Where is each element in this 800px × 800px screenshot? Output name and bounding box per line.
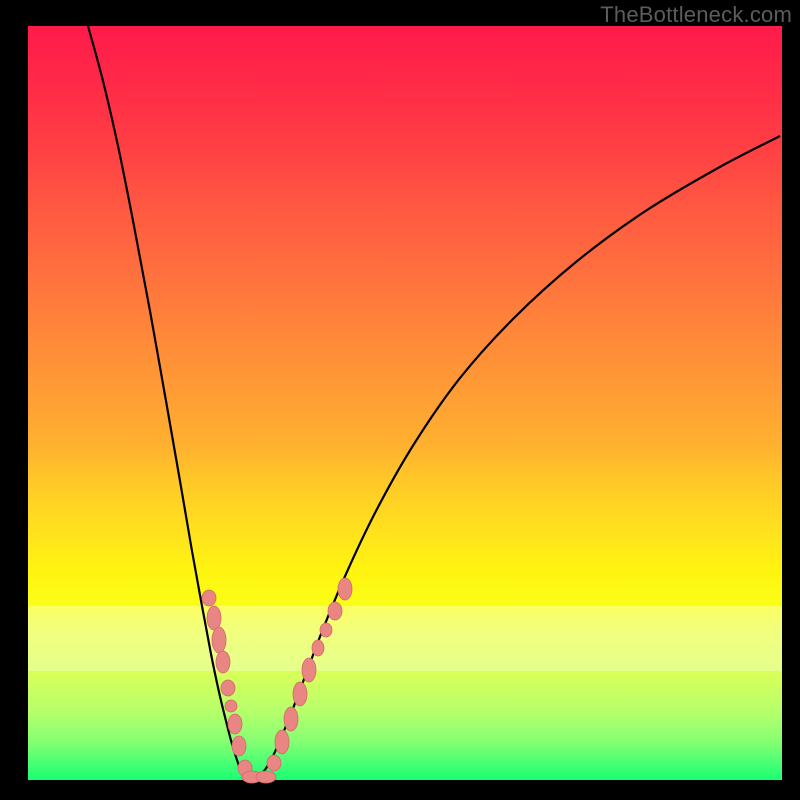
chart-frame: TheBottleneck.com [0, 0, 800, 800]
data-marker [212, 627, 226, 653]
data-marker [232, 736, 246, 756]
data-marker [320, 623, 332, 637]
data-marker [221, 680, 235, 696]
data-marker [328, 602, 342, 620]
data-marker [275, 730, 289, 754]
marker-group [202, 578, 352, 783]
data-marker [293, 682, 307, 706]
data-marker [228, 714, 242, 734]
data-marker [338, 578, 352, 600]
curve-layer [28, 26, 782, 780]
data-marker [225, 700, 237, 712]
watermark-text: TheBottleneck.com [600, 2, 792, 28]
data-marker [202, 590, 216, 606]
data-marker [312, 640, 324, 656]
data-marker [267, 755, 281, 771]
curve-right-branch [256, 136, 780, 778]
data-marker [207, 606, 221, 630]
data-marker [284, 707, 298, 731]
data-marker [256, 771, 276, 783]
data-marker [302, 658, 316, 682]
data-marker [216, 651, 230, 673]
